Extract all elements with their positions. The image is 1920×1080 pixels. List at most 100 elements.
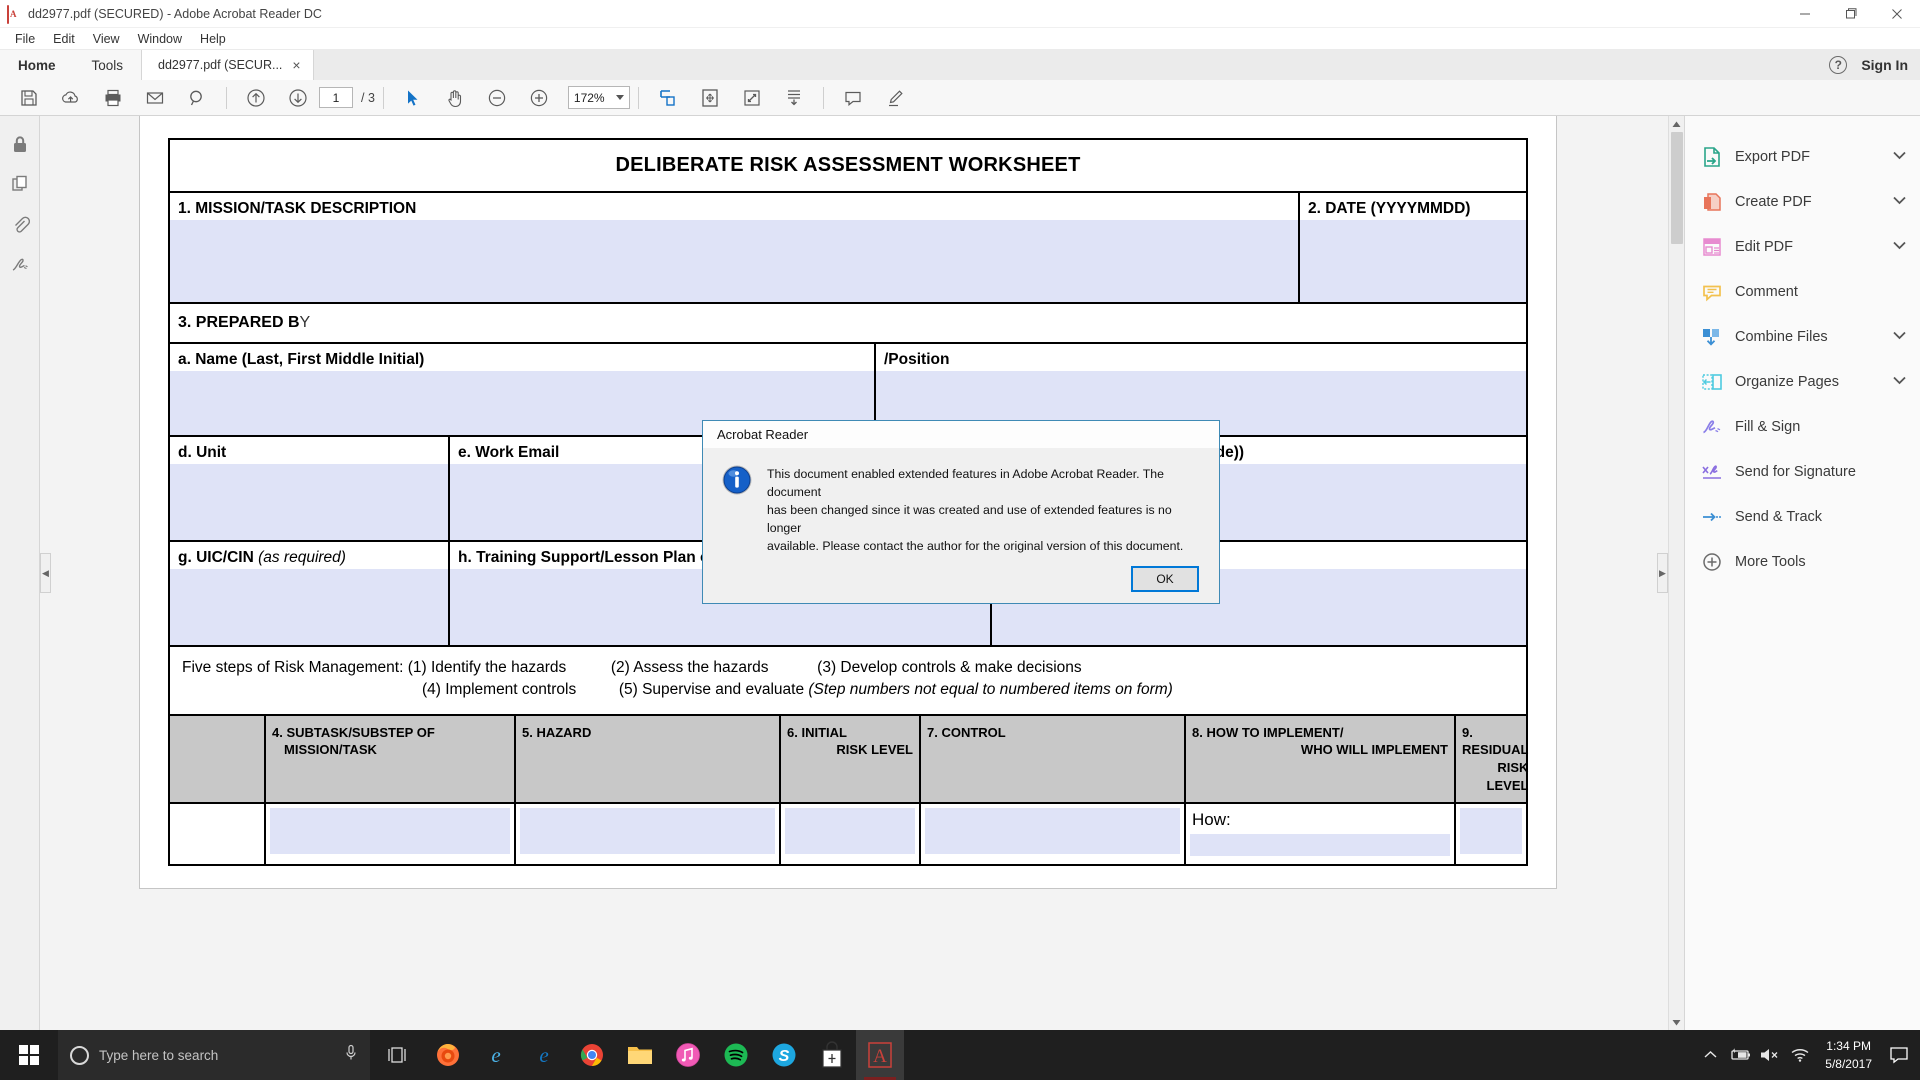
chevron-down-icon[interactable]: [1893, 151, 1906, 163]
menu-help[interactable]: Help: [191, 30, 235, 48]
select-tool-icon[interactable]: [392, 81, 434, 115]
chevron-down-icon[interactable]: [1893, 331, 1906, 343]
hand-tool-icon[interactable]: [434, 81, 476, 115]
tab-home[interactable]: Home: [0, 50, 74, 80]
microphone-icon[interactable]: [344, 1044, 358, 1067]
search-input[interactable]: Type here to search: [58, 1030, 370, 1080]
collapse-left-panel-button[interactable]: ◀: [40, 553, 51, 593]
firefox-icon[interactable]: [424, 1030, 472, 1080]
tool-create-pdf[interactable]: Create PDF: [1685, 179, 1920, 224]
tool-more-tools[interactable]: More Tools: [1685, 539, 1920, 584]
battery-charging-icon[interactable]: [1725, 1030, 1755, 1080]
menu-edit[interactable]: Edit: [44, 30, 84, 48]
tool-combine-files[interactable]: Combine Files: [1685, 314, 1920, 359]
search-icon[interactable]: [176, 81, 218, 115]
uic-cin-field[interactable]: [170, 569, 448, 645]
chevron-down-icon[interactable]: [1893, 196, 1906, 208]
spotify-icon[interactable]: [712, 1030, 760, 1080]
menu-view[interactable]: View: [84, 30, 129, 48]
row-how-implement-cell[interactable]: How:: [1186, 804, 1456, 865]
ok-button[interactable]: OK: [1131, 566, 1199, 593]
menu-window[interactable]: Window: [129, 30, 191, 48]
skype-icon[interactable]: S: [760, 1030, 808, 1080]
dialog-footer: OK: [703, 556, 1219, 603]
windows-start-icon[interactable]: [0, 1030, 58, 1080]
taskbar-clock[interactable]: 1:34 PM 5/8/2017: [1815, 1037, 1882, 1073]
menu-file[interactable]: File: [6, 30, 44, 48]
row-subtask-cell[interactable]: [266, 804, 516, 865]
email-icon[interactable]: [134, 81, 176, 115]
zoom-in-icon[interactable]: [518, 81, 560, 115]
scroll-down-icon[interactable]: [1669, 1014, 1684, 1030]
tool-export-pdf[interactable]: Export PDF: [1685, 134, 1920, 179]
tool-fill-and-sign[interactable]: Fill & Sign: [1685, 404, 1920, 449]
row-initial-risk-cell[interactable]: [781, 804, 921, 865]
close-icon[interactable]: [1874, 0, 1920, 28]
page-thumbnails-icon[interactable]: [7, 172, 33, 198]
tool-comment[interactable]: Comment: [1685, 269, 1920, 314]
internet-explorer-icon[interactable]: e: [472, 1030, 520, 1080]
adobe-acrobat-icon[interactable]: A: [856, 1030, 904, 1080]
maximize-icon[interactable]: [1828, 0, 1874, 28]
control-field[interactable]: [925, 808, 1180, 855]
residual-risk-field[interactable]: [1460, 808, 1522, 855]
date-field[interactable]: [1300, 220, 1526, 302]
mission-task-description-field[interactable]: [170, 220, 1298, 302]
zoom-out-icon[interactable]: [476, 81, 518, 115]
fullscreen-icon[interactable]: [731, 81, 773, 115]
unit-field[interactable]: [170, 464, 448, 540]
initial-risk-field[interactable]: [785, 808, 915, 855]
tool-organize-pages[interactable]: Organize Pages: [1685, 359, 1920, 404]
itunes-icon[interactable]: [664, 1030, 712, 1080]
security-lock-icon[interactable]: [7, 132, 33, 158]
tool-label: Organize Pages: [1735, 373, 1839, 390]
print-icon[interactable]: [92, 81, 134, 115]
tab-document[interactable]: dd2977.pdf (SECUR... ×: [141, 50, 314, 80]
next-page-icon[interactable]: [277, 81, 319, 115]
page-number-input[interactable]: 1: [319, 87, 353, 108]
save-icon[interactable]: [8, 81, 50, 115]
chevron-down-icon[interactable]: [1893, 376, 1906, 388]
highlight-icon[interactable]: [874, 81, 916, 115]
how-implement-field[interactable]: [1190, 834, 1450, 857]
scroll-up-icon[interactable]: [1669, 116, 1684, 132]
fit-width-icon[interactable]: [647, 81, 689, 115]
attachment-paperclip-icon[interactable]: [7, 212, 33, 238]
minimize-icon[interactable]: [1782, 0, 1828, 28]
show-hidden-icons-chevron[interactable]: [1695, 1030, 1725, 1080]
window-controls: [1782, 0, 1920, 28]
file-explorer-icon[interactable]: [616, 1030, 664, 1080]
volume-muted-icon[interactable]: [1755, 1030, 1785, 1080]
comment-icon[interactable]: [832, 81, 874, 115]
scroll-mode-icon[interactable]: [773, 81, 815, 115]
subtask-field[interactable]: [270, 808, 510, 855]
chevron-down-icon[interactable]: [1893, 241, 1906, 253]
tool-send-for-signature[interactable]: Send for Signature: [1685, 449, 1920, 494]
vertical-scrollbar[interactable]: [1668, 116, 1684, 1030]
row-hazard-cell[interactable]: [516, 804, 781, 865]
row-control-cell[interactable]: [921, 804, 1186, 865]
previous-page-icon[interactable]: [235, 81, 277, 115]
save-to-cloud-icon[interactable]: [50, 81, 92, 115]
signature-icon[interactable]: [7, 252, 33, 278]
hazard-field[interactable]: [520, 808, 775, 855]
sign-in-button[interactable]: Sign In: [1861, 57, 1908, 73]
collapse-right-panel-button[interactable]: ▶: [1657, 553, 1668, 593]
tab-tools[interactable]: Tools: [73, 50, 142, 80]
chrome-icon[interactable]: [568, 1030, 616, 1080]
wifi-icon[interactable]: [1785, 1030, 1815, 1080]
action-center-icon[interactable]: [1882, 1030, 1916, 1080]
edge-icon[interactable]: e: [520, 1030, 568, 1080]
microsoft-store-icon[interactable]: [808, 1030, 856, 1080]
field-3-label-light: Y: [299, 314, 311, 331]
row-residual-risk-cell[interactable]: [1456, 804, 1526, 864]
more-tools-icon: [1701, 551, 1723, 573]
task-view-icon[interactable]: [370, 1030, 424, 1080]
fit-page-icon[interactable]: [689, 81, 731, 115]
scrollbar-thumb[interactable]: [1671, 132, 1683, 244]
close-icon[interactable]: ×: [292, 58, 300, 72]
tool-send-and-track[interactable]: Send & Track: [1685, 494, 1920, 539]
help-icon[interactable]: ?: [1829, 56, 1848, 74]
tool-edit-pdf[interactable]: Edit PDF: [1685, 224, 1920, 269]
zoom-level-select[interactable]: 172%: [567, 86, 630, 109]
